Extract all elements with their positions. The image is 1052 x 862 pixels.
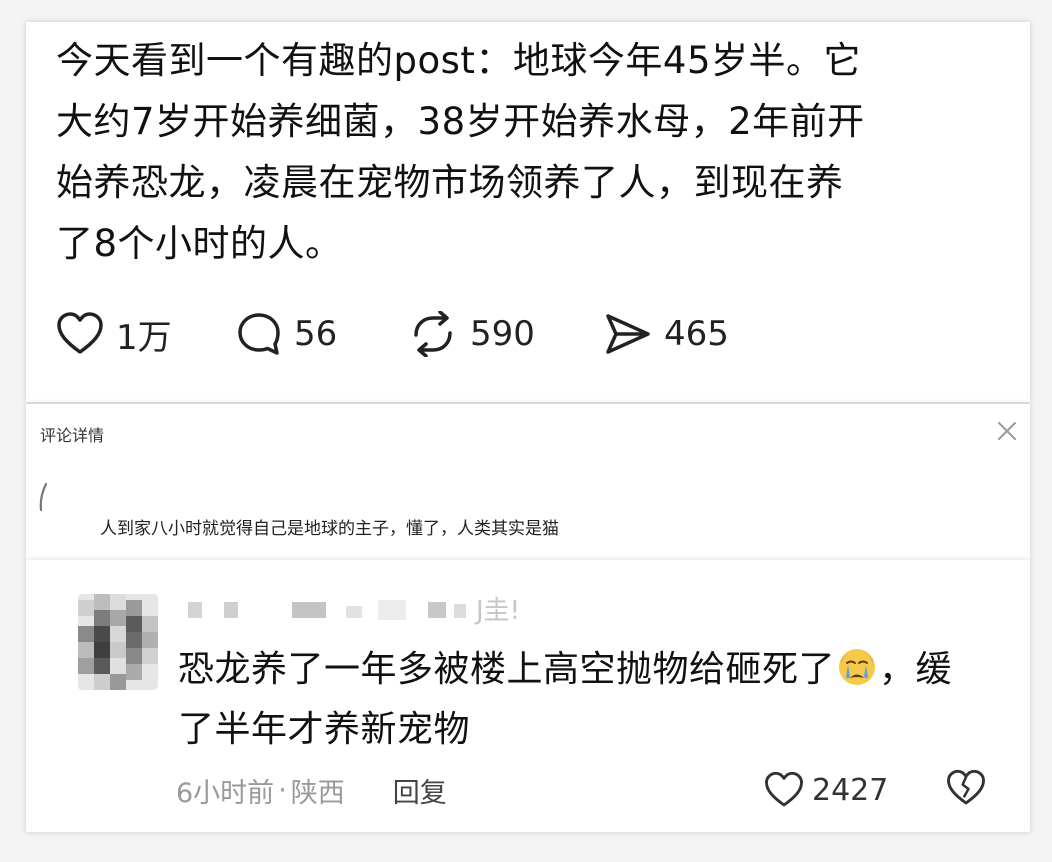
comment-button[interactable]: 56 [236, 311, 408, 357]
like-count: 1万 [116, 317, 172, 358]
post-text: 今天看到一个有趣的post：地球今年45岁半。它 大约7岁开始养细菌，38岁开始… [56, 30, 956, 274]
avatar[interactable] [78, 594, 158, 690]
meta-separator: · [278, 774, 287, 806]
close-icon[interactable] [996, 420, 1018, 442]
reply-location: 陕西 [290, 777, 345, 809]
reply-text: 恐龙养了一年多被楼上高空抛物给砸死了 ，缓 了半年才养新宠物 [178, 640, 978, 760]
username-suffix: J圭! [476, 596, 521, 626]
reply-card: J圭! 恐龙养了一年多被楼上高空抛物给砸死了 ，缓 了半年才养新宠物 6小时前 … [26, 560, 1030, 832]
repost-icon [414, 311, 452, 357]
comment-detail-text: 人到家八小时就觉得自己是地球的主子，懂了，人类其实是猫 [100, 519, 559, 539]
reply-line: 恐龙养了一年多被楼上高空抛物给砸死了 ，缓 [178, 640, 978, 700]
comment-count: 56 [294, 314, 338, 354]
post-card: 今天看到一个有趣的post：地球今年45岁半。它 大约7岁开始养细菌，38岁开始… [26, 22, 1030, 402]
like-button[interactable]: 1万 [56, 310, 236, 359]
broken-heart-icon[interactable] [946, 768, 986, 808]
reply-line-1a: 恐龙养了一年多被楼上高空抛物给砸死了 [178, 649, 836, 690]
post-line: 始养恐龙，凌晨在宠物市场领养了人，到现在养 [56, 161, 844, 204]
reply-like-count: 2427 [812, 772, 889, 808]
share-count: 465 [664, 314, 729, 354]
quote-mark-icon [39, 482, 48, 512]
post-line: 大约7岁开始养细菌，38岁开始养水母，2年前开 [56, 100, 865, 143]
share-button[interactable]: 465 [604, 312, 729, 356]
reply-line-1b: ，缓 [879, 649, 953, 690]
repost-button[interactable]: 590 [408, 311, 604, 357]
repost-count: 590 [470, 314, 535, 354]
reply-button[interactable]: 回复 [393, 771, 447, 810]
comment-detail-card: 评论详情 人到家八小时就觉得自己是地球的主子，懂了，人类其实是猫 [26, 404, 1030, 560]
post-line: 今天看到一个有趣的post：地球今年45岁半。它 [56, 39, 861, 82]
reply-meta: 6小时前 · 陕西 回复 [176, 770, 447, 810]
reply-line-2: 了半年才养新宠物 [178, 709, 471, 750]
post-line: 了8个小时的人。 [56, 222, 343, 265]
reply-time: 6小时前 [176, 777, 275, 809]
comment-bubble-icon [238, 313, 280, 355]
crying-face-emoji-icon [839, 649, 876, 685]
avatar-image [78, 594, 158, 690]
reply-like-button[interactable]: 2427 [764, 768, 888, 812]
post-actions: 1万 56 590 465 [56, 304, 856, 364]
comment-detail-title: 评论详情 [40, 426, 105, 445]
heart-icon [57, 312, 103, 354]
heart-icon [765, 771, 803, 807]
share-icon [606, 314, 650, 354]
